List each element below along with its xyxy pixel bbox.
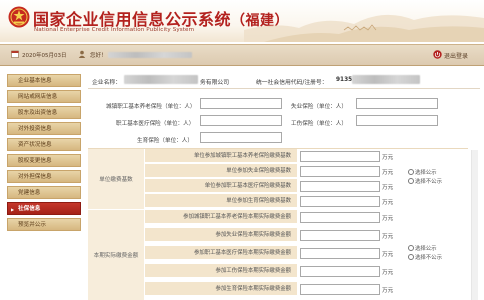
redacted-company: [108, 52, 193, 58]
sidebar-item-website[interactable]: 网站或网店信息: [7, 90, 81, 103]
credit-code-prefix: 9135: [336, 77, 353, 83]
radio-circle-icon: [408, 177, 414, 184]
sidebar-item-shareholders[interactable]: 股东及出资信息: [7, 106, 81, 119]
actual-show-radio[interactable]: 选择公示: [408, 244, 437, 252]
base-row-label: 单位参加城镇职工基本养老保险缴费基数: [145, 149, 297, 163]
contribution-table: 单位缴费基数 本期实际缴费金额 单位参加城镇职工基本养老保险缴费基数 单位参加失…: [88, 148, 468, 300]
base-input[interactable]: [300, 196, 380, 207]
actual-input[interactable]: [300, 230, 380, 241]
base-row-label: 单位参加失业保险缴费基数: [145, 164, 297, 178]
base-row-label: 单位参加职工基本医疗保险缴费基数: [145, 179, 297, 193]
unit-label: 万元: [382, 270, 394, 276]
credit-code-redacted: [352, 75, 420, 84]
medical-row: 职工基本医疗保险（单位：人） 工伤保险（单位：人）: [88, 115, 480, 129]
actual-input[interactable]: [300, 266, 380, 277]
sidebar-item-social-security[interactable]: 社保信息: [7, 202, 81, 216]
maternity-row: 生育保险（单位：人）: [88, 132, 480, 146]
company-name-label: 企业名称：: [92, 80, 121, 86]
base-show-radio[interactable]: 选择公示: [408, 168, 437, 176]
actual-input[interactable]: [300, 284, 380, 295]
actual-input[interactable]: [300, 248, 380, 259]
base-show-label: 选择公示: [415, 170, 437, 176]
sidebar-item-assets[interactable]: 资产状况信息: [7, 138, 81, 151]
company-name-suffix: 务有限公司: [200, 80, 229, 86]
actual-row-label: 参加生育保险本期实际缴费金额: [145, 282, 297, 296]
user-icon: [78, 50, 86, 58]
actual-row-label: 参加城镇职工基本养老保险本期实际缴费金额: [145, 210, 297, 224]
actual-show-label: 选择公示: [415, 246, 437, 252]
sidebar-item-preview[interactable]: 预览并公示: [7, 218, 81, 231]
pension-input[interactable]: [200, 98, 282, 109]
vertical-scrollbar[interactable]: [471, 150, 478, 300]
pension-row: 城镇职工基本养老保险（单位：人） 失业保险（单位：人）: [88, 98, 480, 112]
unit-label: 万元: [382, 252, 394, 258]
radio-circle-icon: [408, 244, 414, 251]
unit-label: 万元: [382, 170, 394, 176]
actual-hide-radio[interactable]: 选择不公示: [408, 253, 442, 261]
medical-input[interactable]: [200, 115, 282, 126]
sidebar-item-guarantee[interactable]: 对外担保信息: [7, 170, 81, 183]
base-input[interactable]: [300, 181, 380, 192]
unemployment-input[interactable]: [356, 98, 438, 109]
unit-label: 万元: [382, 234, 394, 240]
base-input[interactable]: [300, 166, 380, 177]
actual-group-label: 本期实际缴费金额: [88, 210, 145, 300]
sidebar-item-party[interactable]: 党建信息: [7, 186, 81, 199]
medical-label: 职工基本医疗保险（单位：人）: [116, 121, 195, 127]
national-emblem-icon: [8, 6, 30, 28]
sidebar-item-equity-change[interactable]: 股权变更信息: [7, 154, 81, 167]
site-title-english: National Enterprise Credit Information P…: [34, 27, 195, 33]
great-wall-decoration: [244, 14, 484, 42]
pension-label: 城镇职工基本养老保险（单位：人）: [106, 104, 196, 110]
actual-row-label: 参加失业保险本期实际缴费金额: [145, 228, 297, 242]
credit-code-label: 统一社会信用代码/注册号：: [256, 80, 328, 86]
maternity-label: 生育保险（单位：人）: [137, 138, 193, 144]
actual-row-label: 参加工伤保险本期实际缴费金额: [145, 264, 297, 278]
base-group-label: 单位缴费基数: [88, 149, 145, 209]
base-input[interactable]: [300, 151, 380, 162]
actual-row-label: 参加职工基本医疗保险本期实际缴费金额: [145, 246, 297, 260]
base-row-label: 单位参加生育保险缴费基数: [145, 194, 297, 208]
sidebar-item-investment[interactable]: 对外投资信息: [7, 122, 81, 135]
maternity-input[interactable]: [200, 132, 282, 143]
calendar-icon: [11, 50, 19, 58]
base-hide-label: 选择不公示: [415, 179, 442, 185]
company-info-bar: 企业名称： 务有限公司 统一社会信用代码/注册号： 9135: [88, 72, 480, 89]
unit-label: 万元: [382, 185, 394, 191]
logout-icon[interactable]: [433, 50, 442, 59]
unemployment-label: 失业保险（单位：人）: [291, 104, 347, 110]
site-header: 国家企业信用信息公示系统（福建） National Enterprise Cre…: [0, 0, 484, 42]
logout-link[interactable]: 退出登录: [444, 51, 468, 60]
base-hide-radio[interactable]: 选择不公示: [408, 177, 442, 185]
actual-input[interactable]: [300, 212, 380, 223]
actual-hide-label: 选择不公示: [415, 255, 442, 261]
sidebar-nav: 企业基本信息 网站或网店信息 股东及出资信息 对外投资信息 资产状况信息 股权变…: [7, 74, 81, 234]
unit-label: 万元: [382, 216, 394, 222]
unit-label: 万元: [382, 155, 394, 161]
current-date: 2020年05月03日: [22, 53, 67, 59]
radio-circle-icon: [408, 253, 414, 260]
user-info-bar: 2020年05月03日 您好！ 退出登录: [0, 44, 484, 66]
unit-label: 万元: [382, 288, 394, 294]
sidebar-item-basic-info[interactable]: 企业基本信息: [7, 74, 81, 87]
injury-input[interactable]: [356, 115, 438, 126]
social-security-form: 企业名称： 务有限公司 统一社会信用代码/注册号： 9135 城镇职工基本养老保…: [88, 70, 480, 300]
greeting-text: 您好！: [90, 51, 193, 59]
company-name-redacted: [124, 75, 198, 84]
greeting-label: 您好！: [90, 53, 107, 59]
unit-label: 万元: [382, 200, 394, 206]
radio-circle-icon: [408, 168, 414, 175]
injury-label: 工伤保险（单位：人）: [291, 121, 347, 127]
